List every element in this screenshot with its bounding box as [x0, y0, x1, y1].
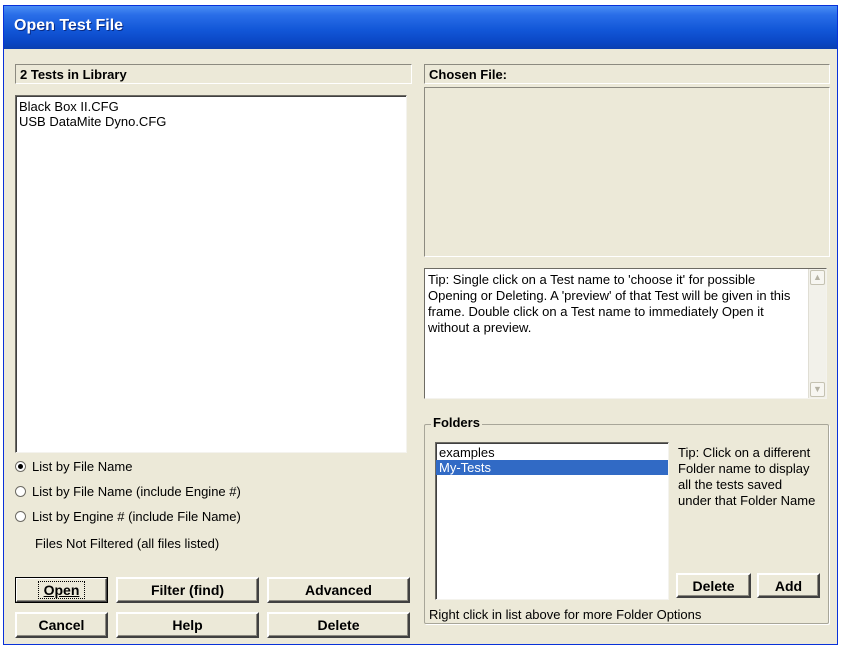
radio-label: List by File Name (include Engine #)	[32, 483, 241, 499]
preview-tip-text: Tip: Single click on a Test name to 'cho…	[428, 272, 791, 335]
radio-list-by-engine[interactable]: List by Engine # (include File Name)	[15, 507, 241, 525]
radio-label: List by File Name	[32, 458, 133, 474]
radio-label: List by Engine # (include File Name)	[32, 508, 241, 524]
scroll-up-icon[interactable]: ▲	[810, 270, 825, 285]
radio-button[interactable]	[15, 460, 26, 472]
help-button[interactable]: Help	[116, 612, 259, 638]
folder-item[interactable]: examples	[436, 445, 668, 460]
open-button[interactable]: Open	[15, 577, 108, 603]
title-bar[interactable]: Open Test File	[4, 6, 837, 49]
advanced-button[interactable]: Advanced	[267, 577, 410, 603]
cancel-button[interactable]: Cancel	[15, 612, 108, 638]
delete-test-button[interactable]: Delete	[267, 612, 410, 638]
test-file-list[interactable]: Black Box II.CFG USB DataMite Dyno.CFG	[15, 95, 407, 453]
folder-options-hint: Right click in list above for more Folde…	[429, 607, 702, 622]
folder-item-selected[interactable]: My-Tests	[436, 460, 668, 475]
folders-label: Folders	[431, 415, 482, 430]
radio-button[interactable]	[15, 510, 26, 522]
filter-status: Files Not Filtered (all files listed)	[35, 536, 220, 551]
radio-button[interactable]	[15, 485, 26, 497]
tip-textbox[interactable]: Tip: Single click on a Test name to 'cho…	[424, 268, 827, 399]
radio-list-by-file-name-engine[interactable]: List by File Name (include Engine #)	[15, 482, 241, 500]
window-title: Open Test File	[14, 17, 124, 34]
tip-scrollbar[interactable]: ▲ ▼	[808, 269, 826, 398]
file-item[interactable]: Black Box II.CFG	[16, 99, 406, 114]
library-count-header: 2 Tests in Library	[15, 64, 412, 84]
delete-folder-button[interactable]: Delete	[676, 573, 751, 598]
add-folder-button[interactable]: Add	[757, 573, 820, 598]
radio-list-by-file-name[interactable]: List by File Name	[15, 457, 132, 475]
folder-list[interactable]: examples My-Tests	[435, 442, 669, 600]
open-button-label: Open	[37, 581, 86, 599]
preview-frame	[424, 87, 830, 257]
chosen-file-header: Chosen File:	[424, 64, 830, 84]
scroll-down-icon[interactable]: ▼	[810, 382, 825, 397]
file-item[interactable]: USB DataMite Dyno.CFG	[16, 114, 406, 129]
filter-button[interactable]: Filter (find)	[116, 577, 259, 603]
folder-tip-text: Tip: Click on a different Folder name to…	[678, 445, 816, 508]
